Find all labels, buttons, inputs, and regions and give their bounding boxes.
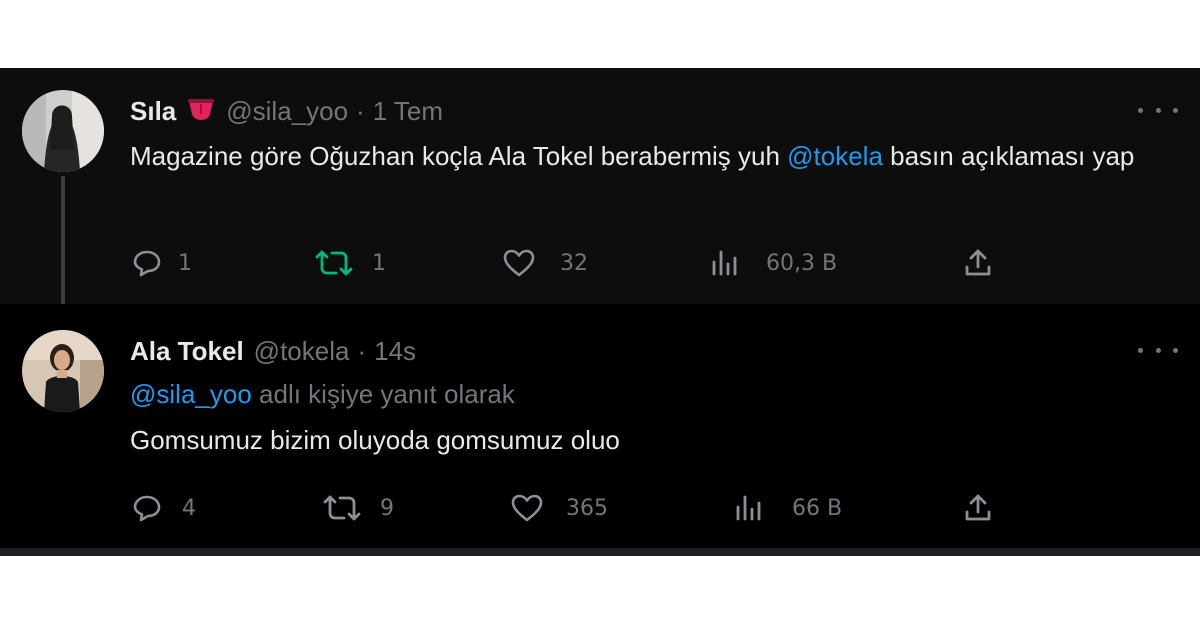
mention-link[interactable]: @tokela — [787, 141, 883, 171]
tweet-actions: 4 9 365 66 B — [0, 488, 1200, 528]
reply-to-text: adlı kişiye yanıt olarak — [251, 379, 515, 409]
reply-icon — [132, 248, 162, 278]
separator-dot: · — [356, 95, 365, 126]
tweet-actions: 1 1 32 60,3 B — [0, 243, 1200, 283]
tweet-text: Gomsumuz bizim oluyoda gomsumuz oluo — [130, 425, 620, 455]
retweet-icon — [322, 493, 362, 523]
views-count: 66 B — [792, 495, 843, 521]
tweet-text-part: Magazine göre Oğuzhan koçla Ala Tokel be… — [130, 141, 788, 171]
tongue-emoji-icon — [186, 98, 216, 124]
views-button[interactable]: 60,3 B — [710, 243, 837, 283]
author-name[interactable]: Sıla — [130, 96, 176, 127]
views-button[interactable]: 66 B — [734, 488, 842, 528]
tweet-header: Sıla @sila_yoo · 1 Tem — [130, 94, 443, 128]
timestamp[interactable]: 14s — [374, 336, 416, 367]
reply-icon — [132, 493, 162, 523]
retweet-icon — [314, 248, 354, 278]
retweet-button[interactable]: 1 — [314, 243, 386, 283]
avatar-sila[interactable] — [22, 90, 104, 172]
like-icon — [510, 493, 544, 523]
views-icon — [734, 493, 766, 523]
like-button[interactable]: 365 — [510, 488, 608, 528]
avatar-ala-tokel[interactable] — [22, 330, 104, 412]
retweet-count: 9 — [380, 495, 394, 521]
reply-button[interactable]: 4 — [132, 488, 196, 528]
like-count: 365 — [566, 495, 608, 521]
reply-count: 4 — [182, 495, 196, 521]
replying-to: @sila_yoo adlı kişiye yanıt olarak — [130, 379, 515, 410]
retweet-button[interactable]: 9 — [322, 488, 394, 528]
reply-button[interactable]: 1 — [132, 243, 192, 283]
views-count: 60,3 B — [766, 250, 838, 276]
reply-count: 1 — [178, 250, 192, 276]
author-handle[interactable]: @tokela — [254, 336, 350, 367]
bottom-divider — [0, 548, 1200, 556]
like-icon — [502, 248, 536, 278]
reply-to-mention[interactable]: @sila_yoo — [130, 379, 252, 409]
tweet-text: Magazine göre Oğuzhan koçla Ala Tokel be… — [130, 136, 1150, 177]
tweet-header: Ala Tokel @tokela · 14s — [130, 334, 416, 368]
timestamp[interactable]: 1 Tem — [373, 96, 443, 127]
more-icon[interactable] — [1138, 340, 1178, 360]
separator-dot: · — [357, 335, 367, 366]
retweet-count: 1 — [372, 250, 386, 276]
author-handle[interactable]: @sila_yoo — [226, 96, 348, 127]
more-icon[interactable] — [1138, 100, 1178, 120]
share-icon — [962, 247, 994, 279]
share-button[interactable] — [962, 243, 994, 283]
like-button[interactable]: 32 — [502, 243, 588, 283]
tweet-text-part: basın açıklaması yap — [882, 141, 1135, 171]
views-icon — [710, 248, 742, 278]
share-button[interactable] — [962, 488, 994, 528]
like-count: 32 — [560, 250, 588, 276]
author-name[interactable]: Ala Tokel — [130, 336, 244, 367]
share-icon — [962, 492, 994, 524]
